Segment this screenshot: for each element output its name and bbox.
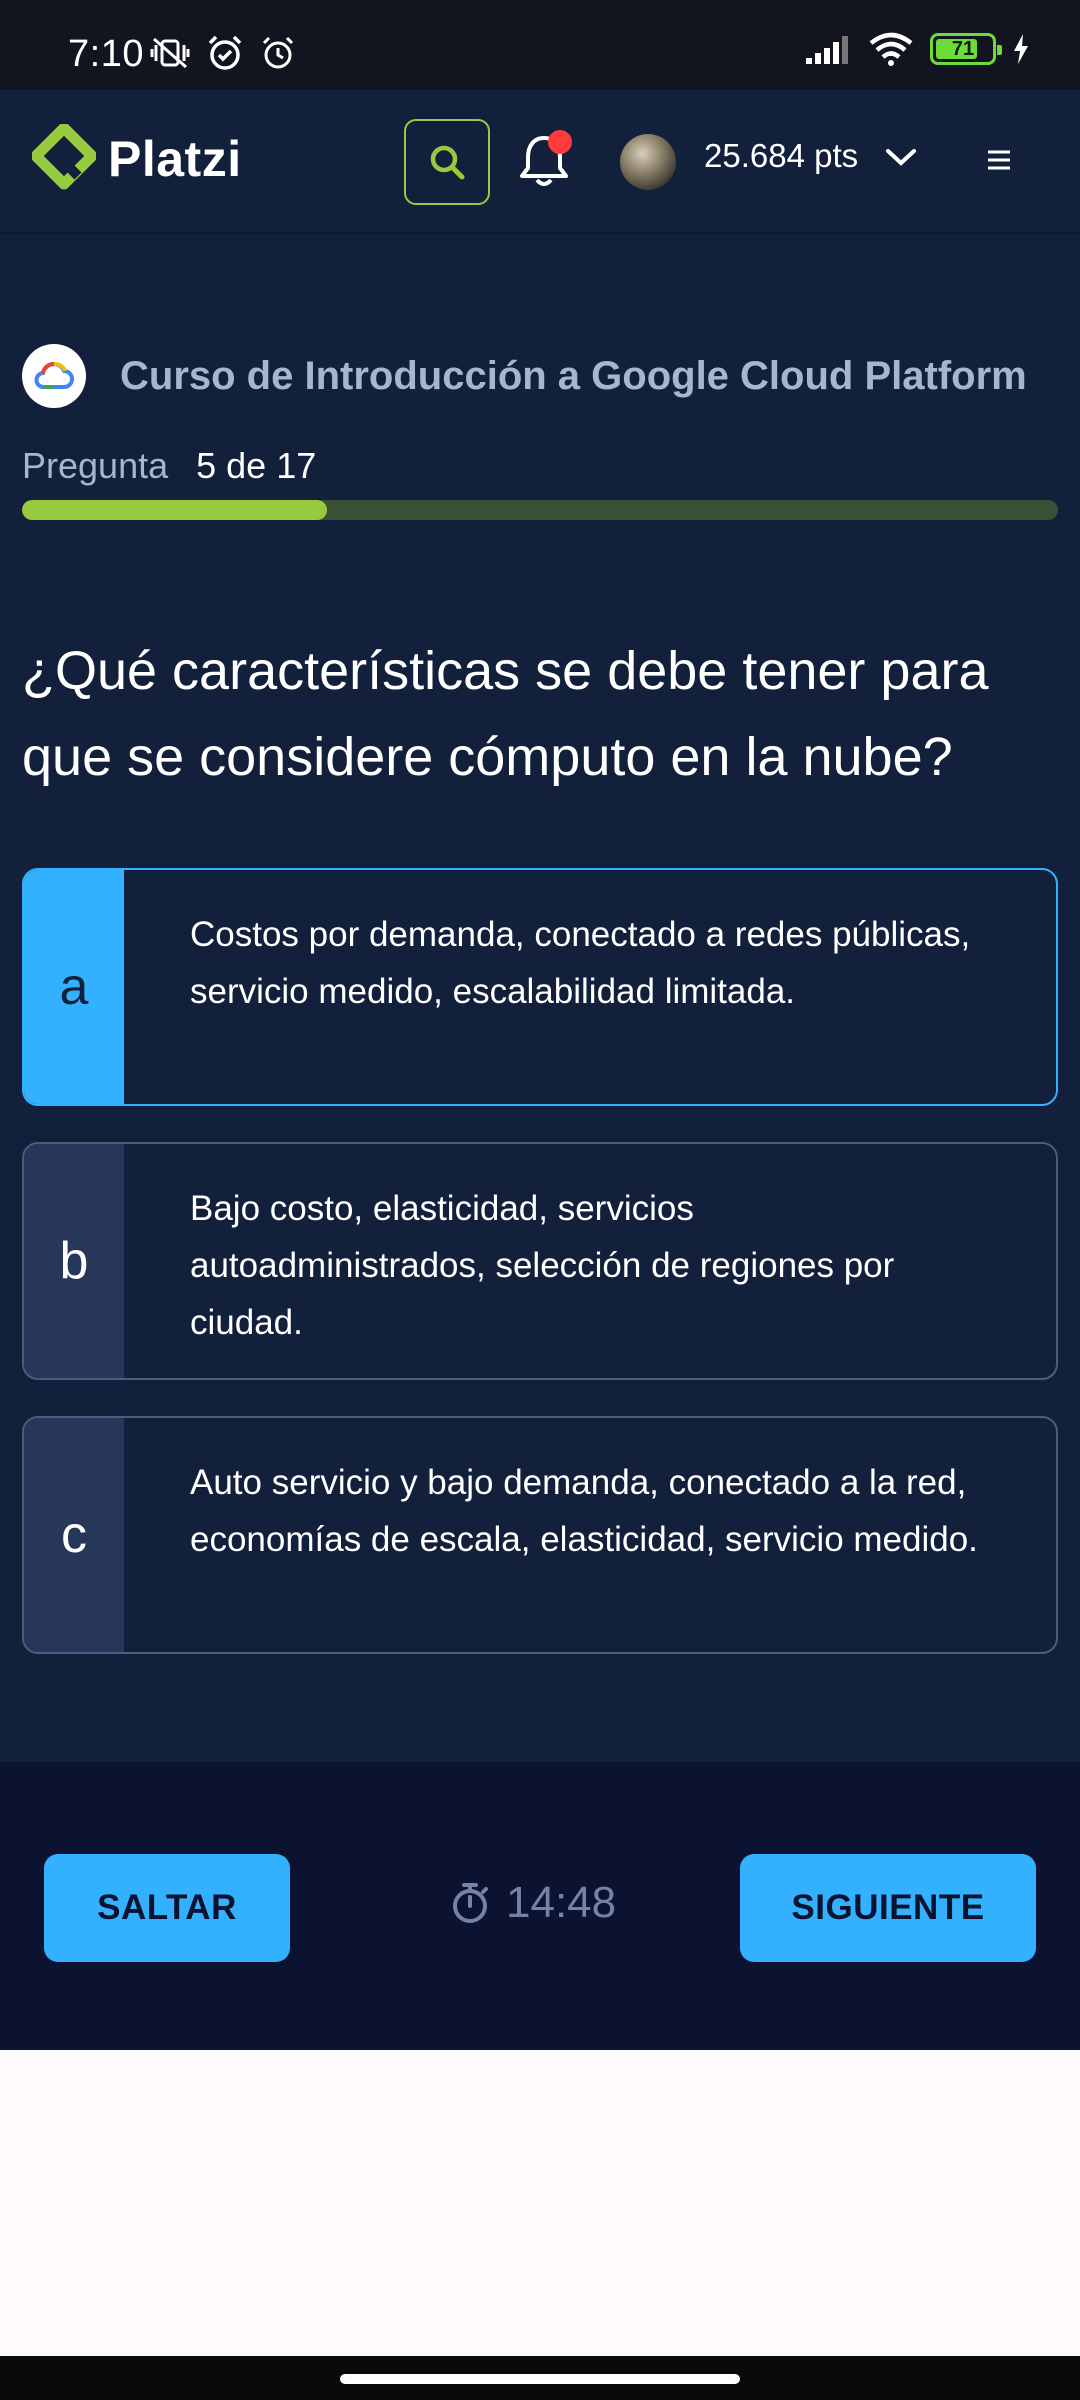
search-icon	[430, 145, 465, 180]
platzi-logo[interactable]: Platzi	[32, 124, 242, 194]
option-letter: c	[24, 1418, 124, 1652]
timer-text: 14:48	[506, 1878, 617, 1927]
search-button[interactable]	[404, 119, 490, 205]
option-letter: a	[24, 870, 124, 1104]
course-header: Curso de Introducción a Google Cloud Pla…	[22, 344, 1027, 408]
next-button[interactable]: SIGUIENTE	[740, 1854, 1036, 1962]
timer: 14:48	[450, 1878, 616, 1928]
alarm-check-icon	[208, 35, 242, 70]
notification-badge	[548, 130, 572, 154]
alarm-icon	[262, 36, 294, 69]
points-label[interactable]: 25.684 pts	[704, 136, 858, 176]
platzi-logo-icon	[32, 124, 96, 190]
option-text: Auto servicio y bajo demanda, conectado …	[190, 1463, 978, 1559]
notifications-button[interactable]	[516, 130, 576, 190]
option-letter: b	[24, 1144, 124, 1378]
quiz-panel: Curso de Introducción a Google Cloud Pla…	[0, 234, 1080, 1762]
top-nav: Platzi 25.684 pts	[0, 90, 1080, 234]
stopwatch-icon	[453, 1883, 488, 1923]
menu-icon[interactable]	[986, 148, 1012, 172]
status-bar: 7:10 71	[0, 0, 1080, 90]
logo-text: Platzi	[108, 131, 242, 187]
course-title: Curso de Introducción a Google Cloud Pla…	[120, 353, 1027, 398]
progress-fill	[22, 500, 327, 520]
google-cloud-icon	[22, 344, 86, 408]
progress-label: Pregunta 5 de 17	[22, 446, 316, 486]
progress-bar	[22, 500, 1058, 520]
option-b[interactable]: b Bajo costo, elasticidad, servicios aut…	[22, 1142, 1058, 1380]
option-text: Bajo costo, elasticidad, servicios autoa…	[190, 1189, 895, 1342]
wifi-icon	[869, 32, 913, 66]
option-a[interactable]: a Costos por demanda, conectado a redes …	[22, 868, 1058, 1106]
system-nav-bar	[0, 2356, 1080, 2400]
battery-level: 71	[951, 37, 975, 60]
signal-icon	[806, 36, 848, 64]
blank-area	[0, 2050, 1080, 2356]
status-icons-left	[150, 34, 296, 72]
question-text: ¿Qué características se debe tener para …	[22, 641, 989, 787]
status-icons-right: 71	[806, 32, 1030, 66]
option-text: Costos por demanda, conectado a redes pú…	[190, 915, 971, 1011]
avatar[interactable]	[620, 134, 676, 190]
charging-icon	[1014, 34, 1028, 64]
progress-count: 5 de 17	[196, 445, 317, 486]
option-c[interactable]: c Auto servicio y bajo demanda, conectad…	[22, 1416, 1058, 1654]
chevron-down-icon[interactable]	[884, 146, 918, 168]
battery-icon: 71	[930, 33, 1002, 65]
progress-word: Pregunta	[22, 445, 169, 486]
vibrate-off-icon	[150, 37, 190, 69]
status-time: 7:10	[68, 33, 144, 75]
home-indicator[interactable]	[340, 2374, 740, 2384]
quiz-footer: SALTAR 14:48 SIGUIENTE	[0, 1762, 1080, 2050]
skip-button[interactable]: SALTAR	[44, 1854, 290, 1962]
